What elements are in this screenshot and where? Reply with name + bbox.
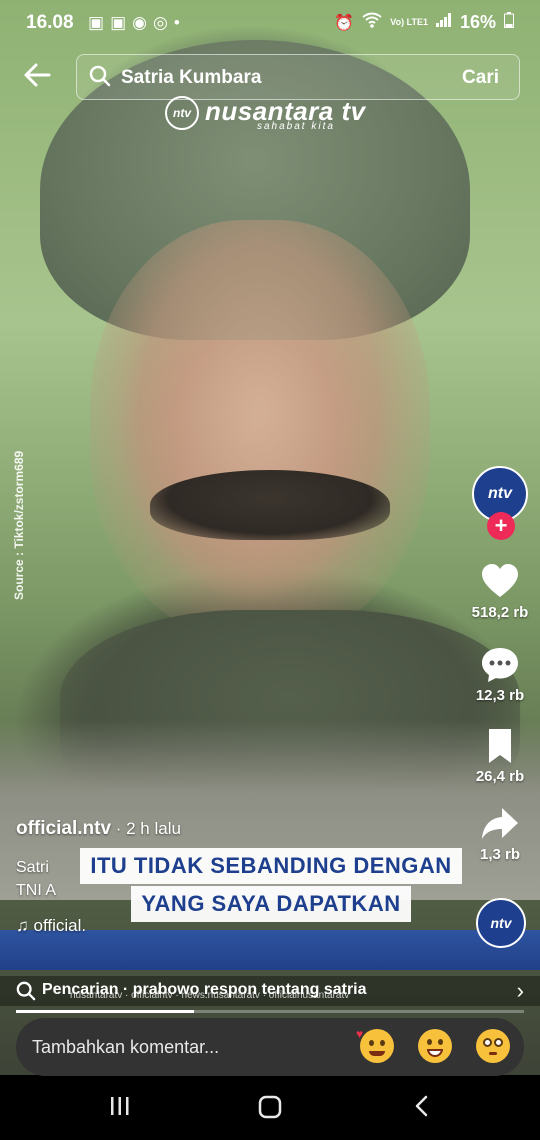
recent-apps-icon	[111, 1097, 129, 1115]
ntv-sound-disc-icon[interactable]: ntv	[476, 898, 526, 948]
comment-input[interactable]: Tambahkan komentar... ♥	[16, 1018, 524, 1076]
alarm-icon: ⏰	[334, 14, 355, 32]
battery-percent: 16%	[459, 12, 496, 32]
like-button[interactable]: 518,2 rb	[460, 562, 540, 621]
watermark-tagline: sahabat kita	[257, 121, 335, 132]
flushed-emoji-icon[interactable]	[476, 1029, 510, 1063]
status-right: ⏰ Vo) LTE1 16%	[334, 12, 514, 33]
video-face	[90, 220, 430, 640]
chevron-right-icon: ›	[516, 978, 524, 1003]
music-note-icon: ♫	[16, 916, 29, 935]
whatsapp-icon: ◎	[152, 13, 174, 32]
comment-placeholder: Tambahkan komentar...	[32, 1037, 220, 1057]
signal-icon	[435, 13, 452, 32]
battery-icon	[504, 12, 514, 33]
gallery-icon: ▣	[110, 13, 133, 32]
ntv-logo-icon: ntv	[165, 96, 199, 130]
search-query: Satria Kumbara	[121, 67, 262, 88]
bookmark-button[interactable]: 26,4 rb	[460, 726, 540, 785]
lte-label: Vo) LTE1	[390, 17, 428, 27]
gallery-icon: ▣	[88, 13, 111, 32]
like-count: 518,2 rb	[471, 604, 529, 621]
grinning-emoji-icon[interactable]	[418, 1029, 452, 1063]
home-button[interactable]	[250, 1094, 290, 1126]
comment-button[interactable]: 12,3 rb	[460, 645, 540, 704]
comment-count: 12,3 rb	[475, 687, 525, 704]
wifi-icon	[362, 12, 382, 33]
video-mustache	[150, 470, 390, 540]
home-icon	[258, 1095, 282, 1119]
video-subtitle: ITU TIDAK SEBANDING DENGAN YANG SAYA DAP…	[58, 848, 484, 942]
system-nav-bar	[0, 1080, 540, 1140]
dot-icon: •	[173, 13, 186, 32]
back-nav-button[interactable]	[402, 1094, 442, 1126]
status-time: 16.08	[26, 12, 74, 33]
source-note: Source : Tiktok/zstorm689	[12, 450, 26, 600]
search-submit-button[interactable]: Cari	[462, 67, 499, 89]
nusantara-tv-watermark: ntv nusantara tv sahabat kita	[165, 96, 380, 132]
video-progress[interactable]	[16, 1010, 524, 1013]
back-button[interactable]	[22, 60, 58, 96]
search-icon	[89, 65, 111, 87]
subtitle-line: YANG SAYA DAPATKAN	[131, 886, 411, 922]
smiling-hearts-emoji-icon[interactable]: ♥	[356, 1027, 394, 1063]
chevron-left-icon	[415, 1095, 428, 1117]
bookmark-count: 26,4 rb	[475, 768, 525, 785]
subtitle-line: ITU TIDAK SEBANDING DENGAN	[80, 848, 462, 884]
notification-icons: ▣▣◉◎•	[88, 13, 186, 33]
bookmark-icon	[489, 729, 511, 763]
arrow-left-icon	[24, 63, 51, 87]
heart-icon	[482, 564, 518, 597]
recent-apps-button[interactable]	[100, 1094, 140, 1126]
share-icon	[482, 808, 518, 839]
post-time: · 2 h lalu	[111, 819, 181, 838]
search-bar: Satria Kumbara Cari	[0, 52, 540, 102]
video-progress-fill	[16, 1010, 194, 1013]
post-username[interactable]: official.ntv · 2 h lalu	[16, 818, 181, 840]
comment-icon	[482, 648, 518, 682]
app-icon: ◉	[132, 13, 153, 32]
follow-button[interactable]: +	[487, 512, 515, 540]
search-icon	[16, 981, 36, 1001]
status-bar: 16.08 ▣▣◉◎• ⏰ Vo) LTE1 16%	[0, 0, 540, 48]
search-input[interactable]: Satria Kumbara Cari	[76, 54, 520, 100]
credits-overlay: nusantaratv · officialntv · news.nusanta…	[70, 990, 350, 1001]
username-text: official.ntv	[16, 818, 112, 839]
